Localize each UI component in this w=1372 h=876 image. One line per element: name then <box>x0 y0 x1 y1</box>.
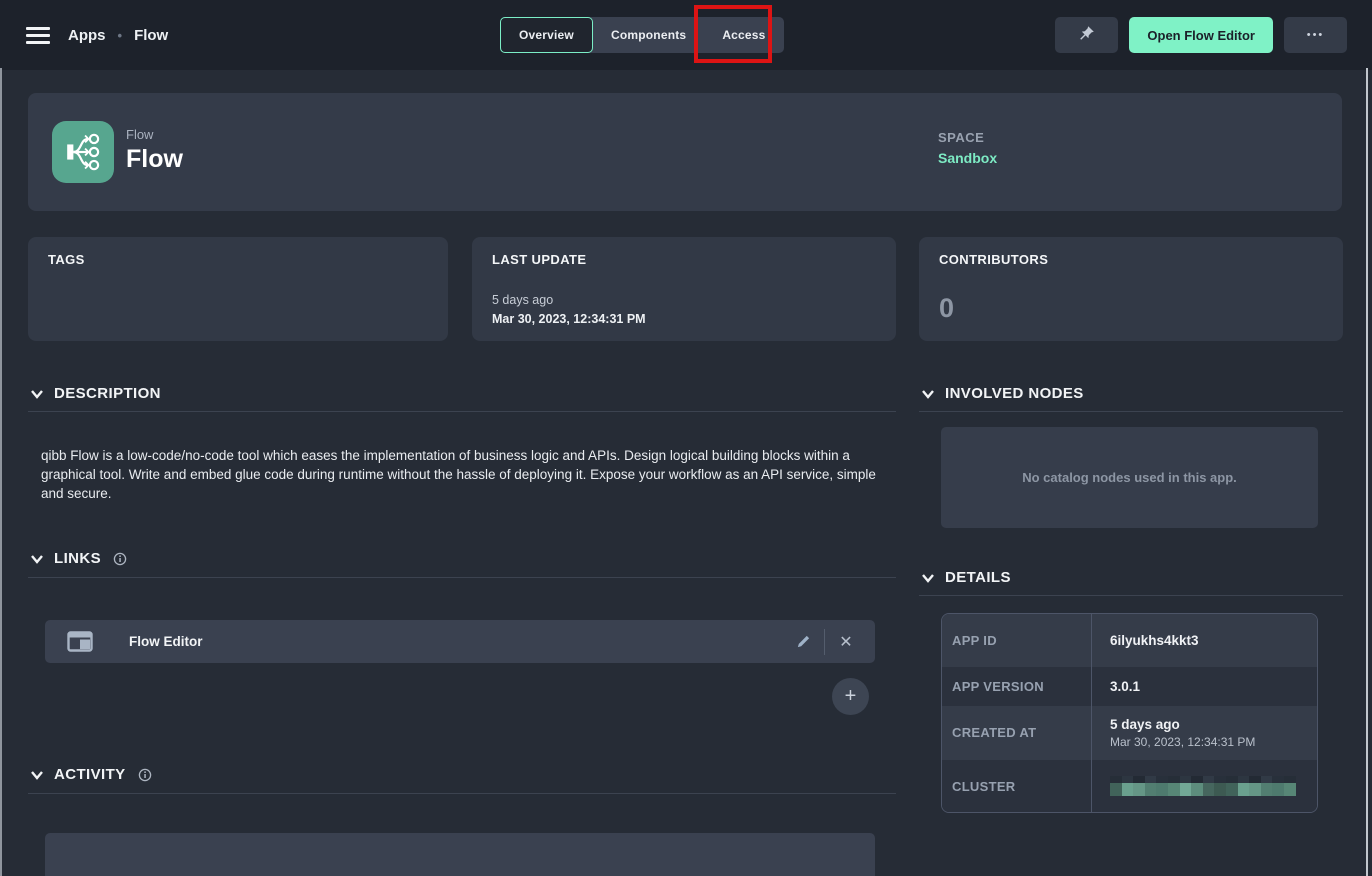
detail-value: 3.0.1 <box>1092 667 1317 706</box>
description-section-header[interactable]: DESCRIPTION <box>30 385 161 402</box>
chevron-down-icon <box>30 553 44 565</box>
divider <box>824 629 825 655</box>
hamburger-menu-icon[interactable] <box>26 27 50 44</box>
page-tabs: Overview Components Access <box>500 17 784 53</box>
space-label: SPACE <box>938 130 984 145</box>
divider <box>28 411 896 412</box>
detail-value <box>1092 760 1317 812</box>
breadcrumb-apps[interactable]: Apps <box>68 27 106 44</box>
remove-link-button[interactable]: ✕ <box>831 627 861 657</box>
add-link-button[interactable]: + <box>832 678 869 715</box>
activity-card <box>45 833 875 876</box>
description-text: qibb Flow is a low-code/no-code tool whi… <box>41 446 897 503</box>
app-overview-page: Apps • Flow Overview Components Access O… <box>0 0 1372 876</box>
tab-access[interactable]: Access <box>704 17 783 53</box>
links-title: LINKS <box>54 550 101 567</box>
divider <box>28 793 896 794</box>
table-row-cluster: CLUSTER <box>942 760 1317 812</box>
details-section-header[interactable]: DETAILS <box>921 569 1011 586</box>
breadcrumb-separator: • <box>118 28 123 43</box>
tab-components[interactable]: Components <box>593 17 704 53</box>
tab-overview[interactable]: Overview <box>500 17 593 53</box>
involved-nodes-section-header[interactable]: INVOLVED NODES <box>921 385 1084 402</box>
contributors-count: 0 <box>939 293 954 324</box>
open-flow-editor-button[interactable]: Open Flow Editor <box>1129 17 1273 53</box>
page-title: Flow <box>126 145 183 174</box>
last-update-timestamp: Mar 30, 2023, 12:34:31 PM <box>492 312 646 326</box>
app-header-card: Flow Flow SPACE Sandbox <box>28 93 1342 211</box>
divider <box>919 411 1343 412</box>
detail-label: APP ID <box>942 614 1092 667</box>
last-update-title: LAST UPDATE <box>492 252 876 267</box>
description-title: DESCRIPTION <box>54 385 161 402</box>
involved-nodes-title: INVOLVED NODES <box>945 385 1084 402</box>
activity-title: ACTIVITY <box>54 766 126 783</box>
app-type-label: Flow <box>126 127 153 142</box>
table-row-created-at: CREATED AT 5 days ago Mar 30, 2023, 12:3… <box>942 706 1317 761</box>
detail-label: APP VERSION <box>942 667 1092 706</box>
involved-nodes-empty-state: No catalog nodes used in this app. <box>941 427 1318 528</box>
edit-link-button[interactable] <box>788 627 818 657</box>
chevron-down-icon <box>30 388 44 400</box>
top-navbar: Apps • Flow Overview Components Access O… <box>0 0 1372 70</box>
more-dots-icon: ••• <box>1307 29 1325 41</box>
link-actions: ✕ <box>788 627 861 657</box>
space-link-sandbox[interactable]: Sandbox <box>938 150 997 166</box>
pin-icon <box>1079 25 1095 46</box>
link-item-flow-editor[interactable]: Flow Editor ✕ <box>45 620 875 663</box>
divider <box>28 577 896 578</box>
info-icon[interactable] <box>138 768 152 782</box>
contributors-title: CONTRIBUTORS <box>939 252 1323 267</box>
activity-section-header[interactable]: ACTIVITY <box>30 766 152 783</box>
created-at-relative: 5 days ago <box>1110 717 1317 732</box>
detail-label: CREATED AT <box>942 706 1092 761</box>
breadcrumb: Apps • Flow <box>68 0 168 70</box>
window-edge-left <box>0 68 2 876</box>
last-update-relative: 5 days ago <box>492 293 553 307</box>
close-icon: ✕ <box>839 632 852 652</box>
scrollbar-track[interactable] <box>1366 68 1368 876</box>
chevron-down-icon <box>30 769 44 781</box>
detail-label: CLUSTER <box>942 760 1092 812</box>
tags-card: TAGS <box>28 237 448 341</box>
window-icon <box>67 631 93 652</box>
details-table: APP ID 6ilyukhs4kkt3 APP VERSION 3.0.1 C… <box>941 613 1318 813</box>
tags-card-title: TAGS <box>48 252 428 267</box>
links-section-header[interactable]: LINKS <box>30 550 127 567</box>
contributors-card: CONTRIBUTORS 0 <box>919 237 1343 341</box>
pin-button[interactable] <box>1055 17 1118 53</box>
pencil-icon <box>796 634 811 649</box>
last-update-card: LAST UPDATE 5 days ago Mar 30, 2023, 12:… <box>472 237 896 341</box>
redacted-cluster-value <box>1110 776 1296 796</box>
details-title: DETAILS <box>945 569 1011 586</box>
chevron-down-icon <box>921 388 935 400</box>
detail-value: 5 days ago Mar 30, 2023, 12:34:31 PM <box>1092 706 1317 761</box>
more-button[interactable]: ••• <box>1284 17 1347 53</box>
chevron-down-icon <box>921 572 935 584</box>
created-at-timestamp: Mar 30, 2023, 12:34:31 PM <box>1110 735 1317 749</box>
flow-app-icon <box>52 121 114 183</box>
link-label: Flow Editor <box>129 634 203 649</box>
table-row-app-version: APP VERSION 3.0.1 <box>942 667 1317 706</box>
breadcrumb-current: Flow <box>134 27 168 44</box>
detail-value: 6ilyukhs4kkt3 <box>1092 614 1317 667</box>
nav-actions: Open Flow Editor ••• <box>1055 17 1347 53</box>
info-icon[interactable] <box>113 552 127 566</box>
table-row-app-id: APP ID 6ilyukhs4kkt3 <box>942 614 1317 667</box>
divider <box>919 595 1343 596</box>
